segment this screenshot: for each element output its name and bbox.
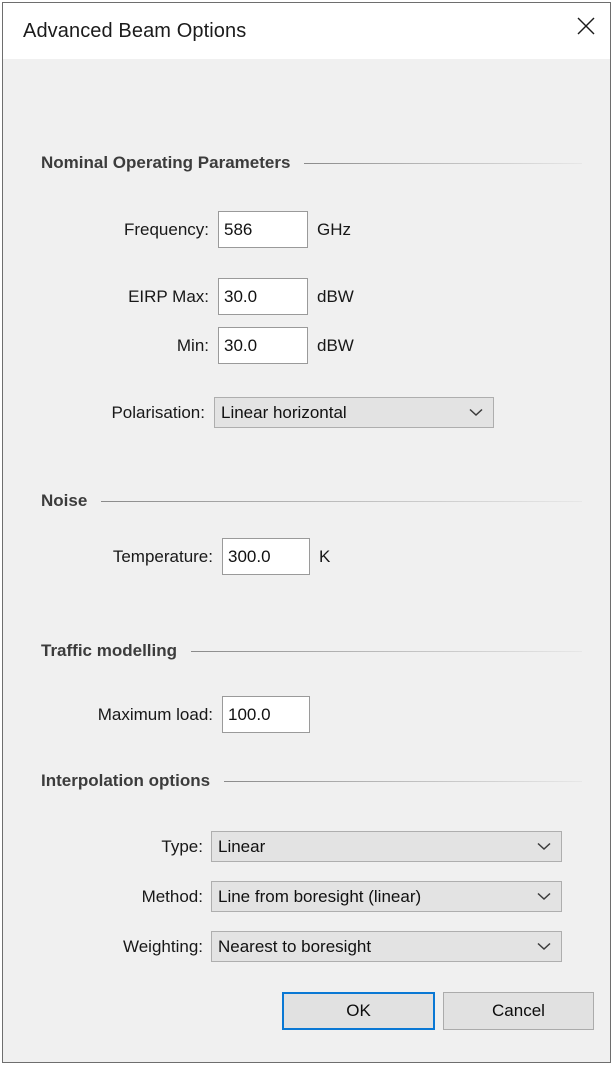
label-max-load: Maximum load: [97,704,213,724]
section-header-nominal: Nominal Operating Parameters [41,153,582,173]
section-header-interpolation: Interpolation options [41,771,582,791]
close-icon[interactable] [562,3,610,49]
interp-type-value: Linear [218,836,266,856]
section-rule [101,500,582,502]
field-row-interp-type: Type: Linear [41,831,571,862]
temperature-input[interactable] [222,538,310,575]
interp-type-select[interactable]: Linear [211,831,562,862]
label-interp-weighting: Weighting: [122,936,203,956]
section-title-nominal: Nominal Operating Parameters [41,153,291,172]
max-load-input[interactable] [222,696,310,733]
section-rule [304,162,582,164]
label-frequency: Frequency: [123,219,209,239]
chevron-down-icon [469,398,483,427]
section-title-noise: Noise [41,491,88,510]
label-polarisation: Polarisation: [111,402,205,422]
dialog-body: Nominal Operating Parameters Frequency: … [3,59,610,1062]
chevron-down-icon [537,832,551,861]
interp-weighting-select[interactable]: Nearest to boresight [211,931,562,962]
polarisation-select[interactable]: Linear horizontal [214,397,494,428]
field-row-polarisation: Polarisation: Linear horizontal [41,397,501,428]
section-header-noise: Noise [41,491,582,511]
unit-temperature: K [319,546,331,566]
chevron-down-icon [537,932,551,961]
section-rule [191,650,582,652]
frequency-input[interactable] [218,211,308,248]
section-title-interpolation: Interpolation options [41,771,211,790]
polarisation-value: Linear horizontal [221,402,347,422]
dialog-titlebar: Advanced Beam Options [3,3,610,59]
field-row-temperature: Temperature: K [41,538,441,575]
field-row-frequency: Frequency: GHz [41,211,441,248]
label-eirp-max: EIRP Max: [128,286,209,306]
field-row-interp-method: Method: Line from boresight (linear) [41,881,571,912]
eirp-max-input[interactable] [218,278,308,315]
interp-weighting-value: Nearest to boresight [218,936,372,956]
field-row-max-load: Maximum load: [41,696,441,733]
field-row-eirp-max: EIRP Max: dBW [41,278,441,315]
interp-method-select[interactable]: Line from boresight (linear) [211,881,562,912]
label-temperature: Temperature: [112,546,213,566]
label-interp-method: Method: [141,886,203,906]
dialog-footer: OK Cancel [3,976,610,1062]
label-eirp-min: Min: [176,335,209,355]
chevron-down-icon [537,882,551,911]
interp-method-value: Line from boresight (linear) [218,886,422,906]
section-header-traffic: Traffic modelling [41,641,582,661]
dialog-title: Advanced Beam Options [23,19,247,42]
field-row-eirp-min: Min: dBW [41,327,441,364]
field-row-interp-weighting: Weighting: Nearest to boresight [41,931,571,962]
unit-eirp-min: dBW [317,335,354,355]
ok-button[interactable]: OK [282,992,435,1030]
section-rule [224,780,582,782]
section-title-traffic: Traffic modelling [41,641,178,660]
cancel-button[interactable]: Cancel [443,992,594,1030]
label-interp-type: Type: [161,836,203,856]
unit-eirp-max: dBW [317,286,354,306]
eirp-min-input[interactable] [218,327,308,364]
advanced-beam-options-dialog: Advanced Beam Options Nominal Operating … [2,2,611,1063]
unit-frequency: GHz [317,219,351,239]
